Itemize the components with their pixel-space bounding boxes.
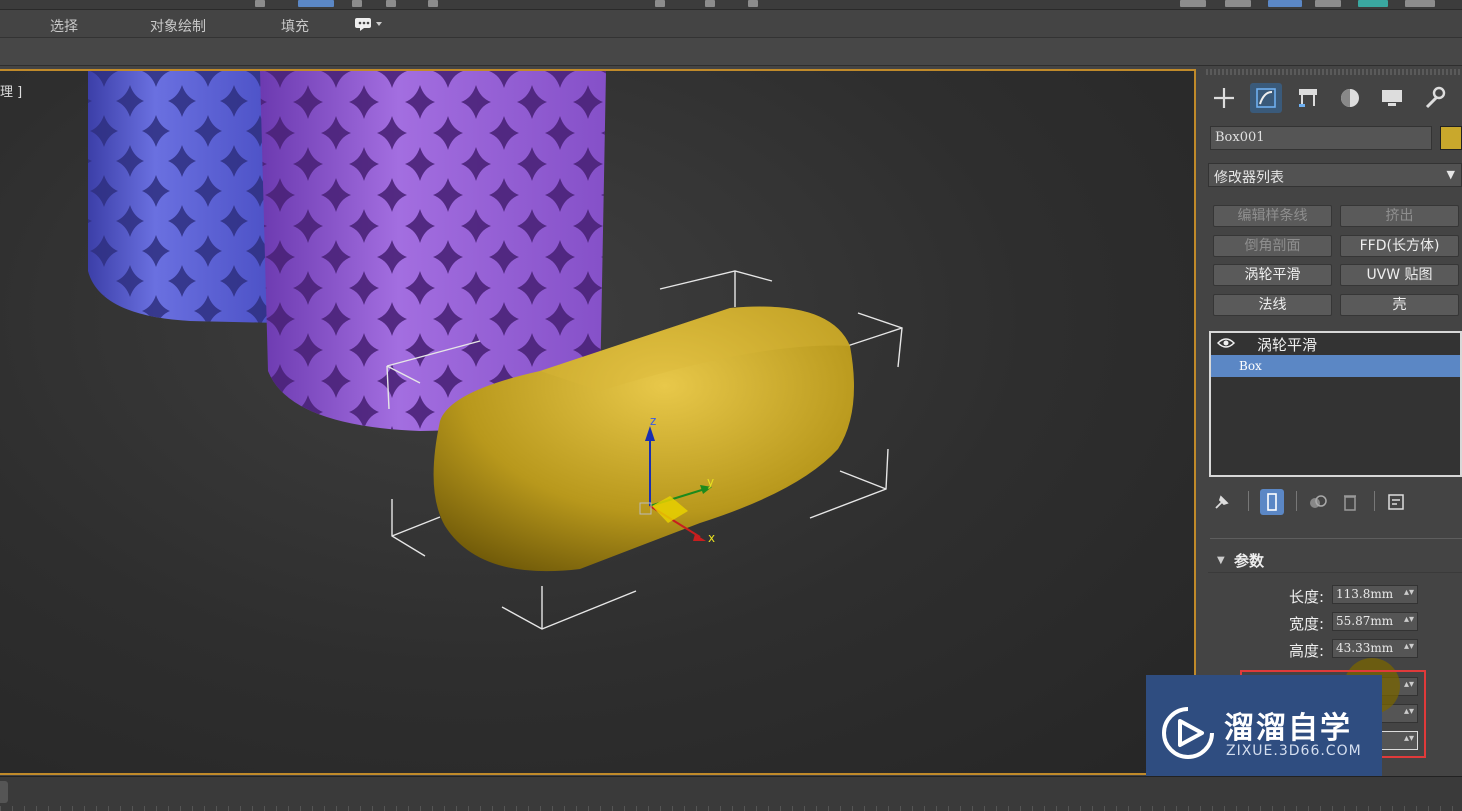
- menu-select[interactable]: 选择: [50, 16, 78, 36]
- make-unique-icon[interactable]: [1306, 489, 1330, 515]
- param-length-spinner[interactable]: 113.8mm ▴▾: [1332, 585, 1418, 604]
- toolbar-icon[interactable]: [748, 0, 758, 7]
- toolbar-icon[interactable]: [1225, 0, 1251, 7]
- collapse-triangle-icon: ▼: [1217, 555, 1225, 566]
- time-slider-handle[interactable]: [0, 781, 8, 803]
- hierarchy-icon[interactable]: [1292, 83, 1324, 113]
- object-name-field[interactable]: Box001: [1210, 126, 1432, 150]
- speech-bubble-icon[interactable]: [354, 14, 384, 36]
- param-length-label: 长度:: [1288, 588, 1324, 606]
- perspective-viewport[interactable]: 理 ] z y x: [0, 69, 1196, 775]
- spinner-arrows-icon[interactable]: ▴▾: [1404, 641, 1414, 652]
- create-icon[interactable]: [1208, 83, 1240, 113]
- modifier-button-turbosmooth[interactable]: 涡轮平滑: [1213, 264, 1332, 286]
- toolbar-icon[interactable]: [1268, 0, 1302, 7]
- param-length-value: 113.8mm: [1336, 587, 1394, 601]
- watermark-brand: 溜溜自学: [1224, 711, 1352, 746]
- panel-divider: [1210, 538, 1462, 539]
- stack-toolbar: [1210, 487, 1430, 515]
- toolbar-icon[interactable]: [386, 0, 396, 7]
- watermark-logo: 溜溜自学 ZIXUE.3D66.COM: [1146, 675, 1382, 790]
- menu-populate[interactable]: 填充: [281, 16, 309, 36]
- show-end-result-icon[interactable]: [1260, 489, 1284, 515]
- modifier-button-edit-spline[interactable]: 编辑样条线: [1213, 205, 1332, 227]
- menu-object-paint[interactable]: 对象绘制: [150, 16, 206, 36]
- modifier-button-shell[interactable]: 壳: [1340, 294, 1459, 316]
- toolbar-icon[interactable]: [1315, 0, 1341, 7]
- gizmo-y-label: y: [707, 475, 714, 489]
- display-icon[interactable]: [1376, 83, 1408, 113]
- time-slider-bar: [0, 776, 1462, 811]
- param-length: 长度: 113.8mm ▴▾: [1260, 585, 1420, 606]
- stack-item-label: 涡轮平滑: [1257, 335, 1318, 354]
- modifier-button-ffd-box[interactable]: FFD(长方体): [1340, 235, 1459, 257]
- modify-icon[interactable]: [1250, 83, 1282, 113]
- eye-icon[interactable]: [1216, 335, 1247, 353]
- pin-stack-icon[interactable]: [1210, 489, 1234, 515]
- gizmo-x-label: x: [708, 531, 715, 545]
- toolbar-icon[interactable]: [655, 0, 665, 7]
- remove-modifier-icon[interactable]: [1338, 489, 1362, 515]
- spinner-arrows-icon[interactable]: ▴▾: [1404, 614, 1414, 625]
- param-width: 宽度: 55.87mm ▴▾: [1260, 612, 1420, 633]
- spinner-arrows-icon[interactable]: ▴▾: [1404, 587, 1414, 598]
- param-height-label: 高度:: [1288, 642, 1324, 660]
- gizmo-z-label: z: [650, 414, 656, 428]
- modifier-stack: 涡轮平滑 Box: [1209, 331, 1462, 477]
- toolbar-icon[interactable]: [705, 0, 715, 7]
- param-height-spinner[interactable]: 43.33mm ▴▾: [1332, 639, 1418, 658]
- modifier-button-extrude[interactable]: 挤出: [1340, 205, 1459, 227]
- modifier-button-normal[interactable]: 法线: [1213, 294, 1332, 316]
- blue-cylinder[interactable]: [88, 71, 280, 323]
- stack-item-box[interactable]: Box: [1211, 355, 1460, 377]
- stack-item-turbosmooth[interactable]: 涡轮平滑: [1211, 333, 1460, 355]
- param-width-value: 55.87mm: [1336, 614, 1394, 628]
- toolbar-icon[interactable]: [255, 0, 265, 7]
- timeline-ruler[interactable]: [0, 806, 1462, 811]
- modifier-button-uvw-map[interactable]: UVW 贴图: [1340, 264, 1459, 286]
- modifier-list-dropdown[interactable]: 修改器列表 ▼: [1208, 163, 1462, 187]
- param-width-spinner[interactable]: 55.87mm ▴▾: [1332, 612, 1418, 631]
- watermark-site: ZIXUE.3D66.COM: [1226, 743, 1362, 759]
- object-color-swatch[interactable]: [1440, 126, 1462, 150]
- main-toolbar-strip: [0, 0, 1462, 10]
- param-width-label: 宽度:: [1288, 615, 1324, 633]
- configure-modifier-sets-icon[interactable]: [1384, 489, 1408, 515]
- dropdown-arrow-icon: ▼: [1446, 168, 1455, 181]
- rollout-title: 参数: [1234, 552, 1265, 570]
- modifier-button-bevel-profile[interactable]: 倒角剖面: [1213, 235, 1332, 257]
- command-panel-tabs: [1208, 81, 1462, 115]
- play-logo-icon: [1162, 707, 1214, 759]
- toolbar-icon[interactable]: [428, 0, 438, 7]
- param-height: 高度: 43.33mm ▴▾: [1260, 639, 1420, 660]
- scene-render: z y x: [88, 71, 903, 630]
- motion-icon[interactable]: [1334, 83, 1366, 113]
- toolbar-icon[interactable]: [1405, 0, 1435, 7]
- panel-grip[interactable]: [1206, 69, 1462, 75]
- param-height-value: 43.33mm: [1336, 641, 1394, 655]
- utilities-icon[interactable]: [1418, 83, 1450, 113]
- toolbar-icon[interactable]: [1358, 0, 1388, 7]
- parameters-rollout-header[interactable]: ▼ 参数: [1208, 549, 1462, 573]
- toolbar-icon[interactable]: [1180, 0, 1206, 7]
- secondary-toolbar: [0, 38, 1462, 66]
- ribbon-menu-bar: 选择 对象绘制 填充: [0, 10, 1462, 38]
- toolbar-icon[interactable]: [352, 0, 362, 7]
- modifier-list-label: 修改器列表: [1214, 170, 1284, 186]
- select-tool-icon[interactable]: [298, 0, 334, 7]
